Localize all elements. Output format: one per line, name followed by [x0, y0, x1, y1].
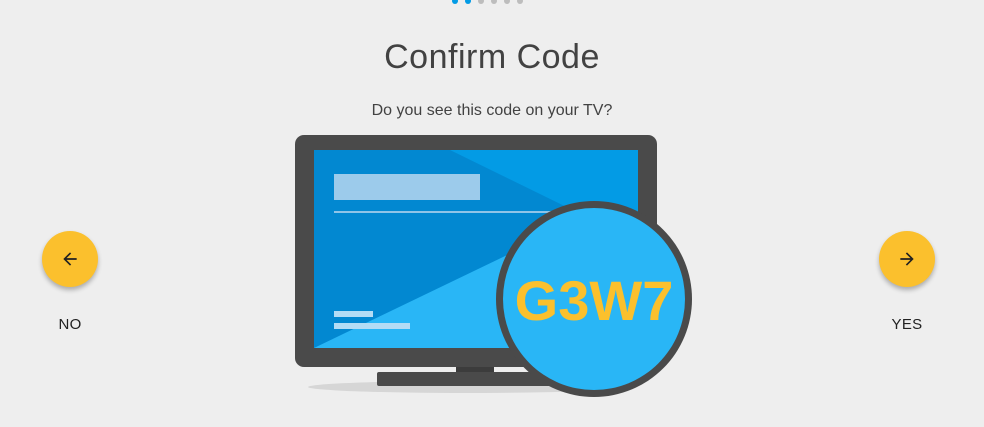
confirm-code-screen: Confirm Code Do you see this code on you…	[0, 0, 984, 427]
arrow-right-icon	[897, 249, 917, 269]
step-dot	[478, 0, 484, 4]
pairing-code: G3W7	[515, 269, 674, 332]
tv-illustration: G3W7	[295, 135, 692, 397]
step-progress-indicator	[452, 0, 523, 6]
step-dot	[517, 0, 523, 4]
arrow-left-icon	[60, 249, 80, 269]
step-dot	[491, 0, 497, 4]
step-dot	[465, 0, 471, 4]
page-title: Confirm Code	[384, 38, 600, 76]
step-dot	[452, 0, 458, 4]
yes-button[interactable]	[879, 231, 935, 287]
yes-button-label: YES	[891, 316, 923, 333]
no-button-label: NO	[58, 316, 82, 333]
confirm-prompt: Do you see this code on your TV?	[371, 102, 613, 119]
step-dot	[504, 0, 510, 4]
no-button[interactable]	[42, 231, 98, 287]
